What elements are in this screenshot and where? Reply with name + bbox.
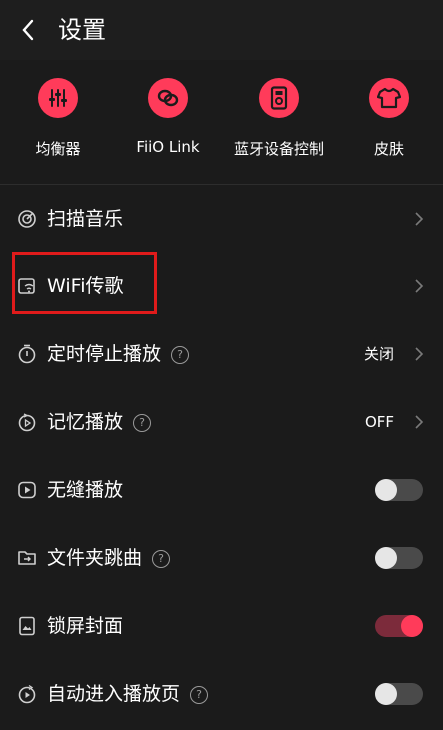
skin-button[interactable]: 皮肤 [334,78,443,178]
highlight-box [12,252,157,314]
gapless-row: 无缝播放 [0,456,443,524]
sleep-timer-label: 定时停止播放 [47,343,162,365]
folder-skip-label-wrap: 文件夹跳曲? [47,544,171,572]
folder-skip-label: 文件夹跳曲 [47,547,143,569]
bluetooth-control-label: 蓝牙设备控制 [233,140,324,158]
tshirt-icon [369,78,409,118]
lockscreen-cover-toggle[interactable] [375,615,423,637]
lockscreen-cover-label: 锁屏封面 [47,615,124,637]
timer-icon [18,344,36,364]
toggle-knob [375,547,397,569]
equalizer-label: 均衡器 [35,140,81,158]
auto-play-page-row: 自动进入播放页? [0,660,443,728]
chevron-right-icon [415,212,424,226]
back-button[interactable] [14,14,42,46]
toggle-knob [375,683,397,705]
sleep-timer-value: 关闭 [363,345,394,363]
auto-play-icon [18,684,36,704]
fiio-link-label: FiiO Link [136,138,200,156]
skin-label: 皮肤 [373,140,404,158]
lockscreen-cover-row: 锁屏封面 [0,592,443,660]
fiio-link-button[interactable]: FiiO Link [113,78,223,178]
link-icon [148,78,188,118]
toggle-knob [401,615,423,637]
help-icon[interactable]: ? [152,549,171,568]
chevron-right-icon [415,279,424,293]
scan-music-row[interactable]: 扫描音乐 [0,185,443,253]
chevron-right-icon [415,347,424,361]
bluetooth-control-button[interactable]: 蓝牙设备控制 [224,78,334,178]
folder-icon [18,551,36,565]
play-icon [18,481,36,499]
sleep-timer-row[interactable]: 定时停止播放? 关闭 [0,320,443,388]
help-icon[interactable]: ? [171,345,190,364]
resume-playback-label-wrap: 记忆播放? [47,408,152,436]
device-icon [259,78,299,118]
sleep-timer-label-wrap: 定时停止播放? [47,340,190,368]
help-icon[interactable]: ? [190,685,209,704]
page-title: 设置 [58,16,106,44]
folder-skip-row: 文件夹跳曲? [0,524,443,592]
equalizer-button[interactable]: 均衡器 [3,78,113,178]
scan-icon [18,210,36,228]
auto-play-page-toggle[interactable] [375,683,423,705]
toggle-knob [375,479,397,501]
chevron-left-icon [22,19,34,41]
gapless-label: 无缝播放 [47,479,124,501]
resume-playback-row[interactable]: 记忆播放? OFF [0,388,443,456]
chevron-right-icon [415,415,424,429]
resume-playback-value: OFF [364,413,394,431]
quick-actions: 均衡器 FiiO Link 蓝牙设备控制 皮肤 [0,60,443,184]
resume-icon [18,413,36,432]
image-icon [19,616,35,636]
equalizer-icon [38,78,78,118]
gapless-toggle[interactable] [375,479,423,501]
top-bar: 设置 [0,0,443,60]
resume-playback-label: 记忆播放 [47,411,124,433]
folder-skip-toggle[interactable] [375,547,423,569]
auto-play-page-label-wrap: 自动进入播放页? [47,680,209,708]
scan-music-label: 扫描音乐 [47,208,124,230]
help-icon[interactable]: ? [133,413,152,432]
auto-play-page-label: 自动进入播放页 [47,683,181,705]
